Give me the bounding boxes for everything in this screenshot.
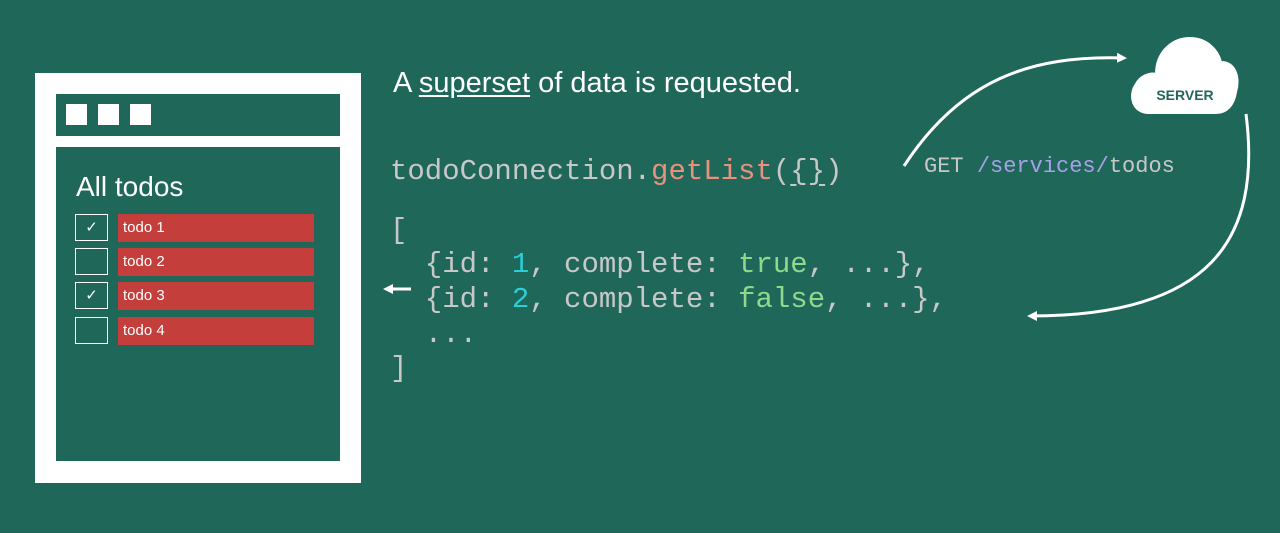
diagram-overlay <box>383 36 1251 321</box>
server-label: SERVER <box>1156 87 1214 103</box>
response-arrow-icon <box>1027 113 1251 321</box>
request-arrow-icon <box>902 52 1127 167</box>
